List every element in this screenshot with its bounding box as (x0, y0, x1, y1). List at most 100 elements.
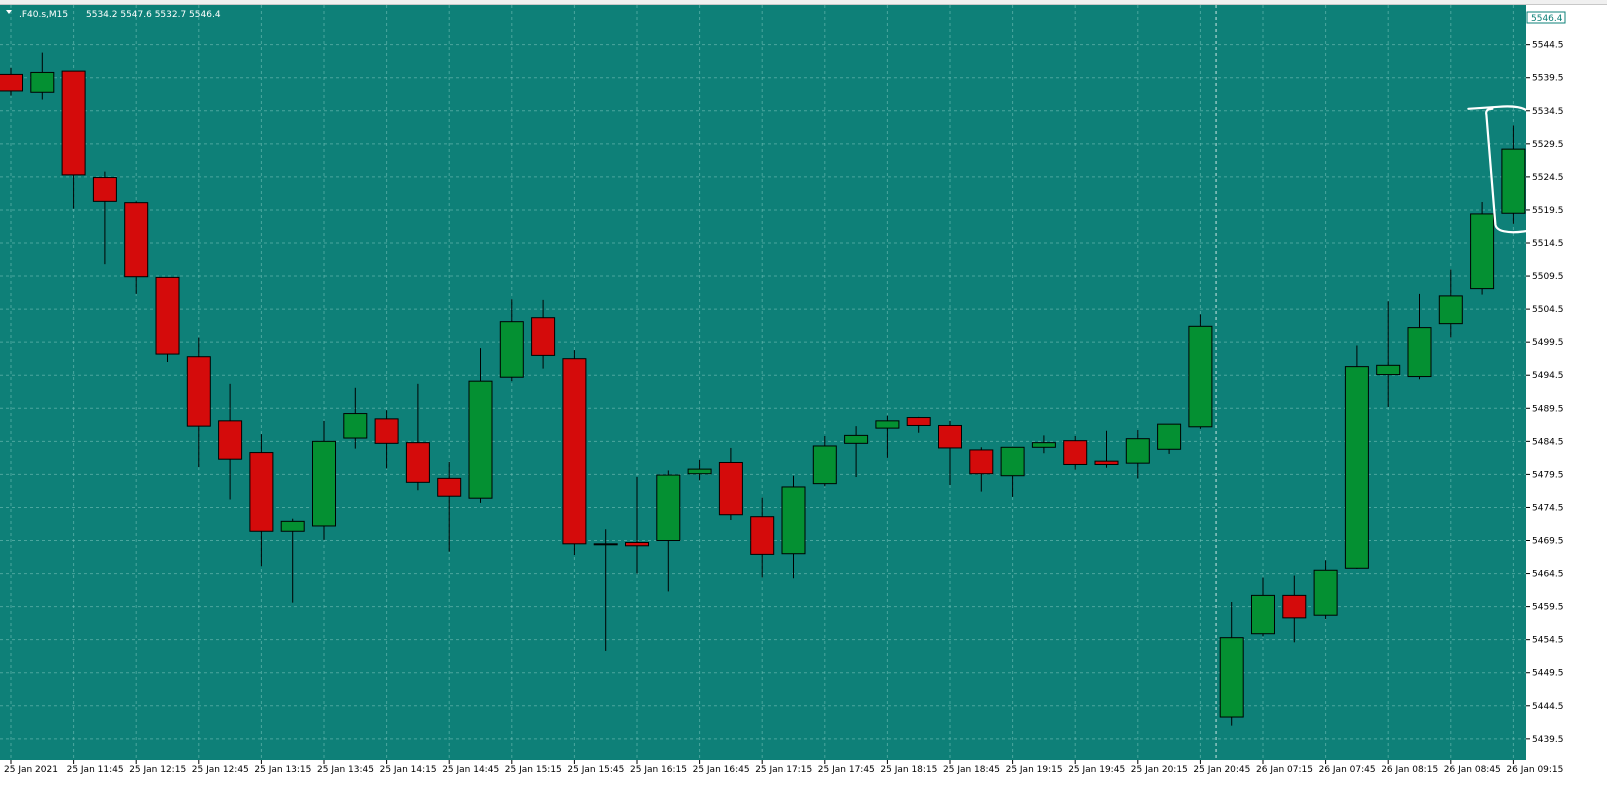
time-tick-label: 25 Jan 16:15 (630, 765, 687, 775)
time-tick-label: 26 Jan 09:15 (1506, 765, 1563, 775)
symbol-label: .F40.s,M15 (19, 10, 68, 20)
candle-body-bull (781, 486, 806, 555)
candle-body-bear (61, 70, 86, 176)
price-tick-label: 5484.5 (1532, 437, 1564, 447)
candle-body-bear (562, 358, 587, 545)
price-tick-label: 5474.5 (1532, 503, 1564, 513)
price-tick-label: 5524.5 (1532, 173, 1564, 183)
candle (1470, 202, 1495, 295)
candle-body-bear (124, 202, 149, 278)
candle (1157, 423, 1182, 454)
candle-body-bull (656, 474, 681, 542)
chart-window[interactable]: 5544.5 5539.5 5534.5 5529.5 5524.5 5519.5 5514… (0, 0, 1607, 804)
candle-body-bear (218, 420, 243, 460)
candle-body-bull (1031, 442, 1056, 448)
time-tick-label: 25 Jan 15:45 (567, 765, 624, 775)
time-tick-label: 25 Jan 13:15 (254, 765, 311, 775)
price-tick-label: 5489.5 (1532, 404, 1564, 414)
price-tick-label: 5514.5 (1532, 239, 1564, 249)
candle-body-bear (1282, 594, 1307, 619)
candle-body-bull (1438, 295, 1463, 325)
candle-body-bear (186, 356, 211, 427)
price-tick-label: 5454.5 (1532, 636, 1564, 646)
time-tick-label: 25 Jan 12:45 (192, 765, 249, 775)
price-tick-label: 5539.5 (1532, 74, 1564, 84)
candle (1344, 345, 1369, 569)
candle-body-bull (1313, 569, 1338, 616)
candle-body-bull (1251, 594, 1275, 635)
candle-body-bull (1000, 446, 1025, 477)
price-tick-label: 5444.5 (1532, 702, 1564, 712)
candle-body-bull (844, 434, 869, 444)
price-tick-label: 5459.5 (1532, 603, 1564, 613)
candle-body-bear (969, 449, 994, 475)
candle-body-bear (437, 477, 462, 497)
window-top-border (0, 0, 1607, 5)
candle-body-bear (92, 177, 117, 202)
plot-area[interactable] (0, 5, 1526, 760)
candlestick-chart[interactable]: 5544.5 5539.5 5534.5 5529.5 5524.5 5519.5 5514… (0, 0, 1607, 804)
candle-body-bull (687, 468, 712, 475)
time-tick-label: 25 Jan 19:45 (1068, 765, 1125, 775)
candle-body-bull (593, 543, 618, 546)
candle-body-bull (1188, 325, 1213, 428)
candle-body-bear (1063, 440, 1088, 465)
price-tick-label: 5519.5 (1532, 206, 1564, 216)
candle-body-bear (1094, 460, 1119, 465)
candle-body-bear (718, 461, 743, 516)
time-tick-label: 26 Jan 08:15 (1381, 765, 1438, 775)
time-tick-label: 25 Jan 13:45 (317, 765, 374, 775)
time-tick-label: 25 Jan 12:15 (129, 765, 186, 775)
time-tick-label: 25 Jan 18:15 (880, 765, 937, 775)
price-tick-label: 5534.5 (1532, 107, 1564, 117)
candle-body-bear (938, 424, 962, 449)
time-tick-label: 25 Jan 11:45 (67, 765, 124, 775)
candle-body-bull (1344, 366, 1369, 569)
price-tick-label: 5479.5 (1532, 470, 1564, 480)
time-tick-label: 25 Jan 20:15 (1131, 765, 1188, 775)
candle (155, 276, 180, 363)
time-tick-label: 26 Jan 08:45 (1444, 765, 1501, 775)
candle-body-bear (374, 418, 399, 444)
price-tick-label: 5439.5 (1532, 735, 1564, 745)
candle-body-bear (906, 417, 931, 426)
candle-body-bull (1407, 327, 1432, 378)
candle-body-bear (0, 73, 23, 92)
candle-body-bear (249, 452, 274, 532)
candle-body-bear (531, 317, 556, 356)
candle-body-bull (468, 380, 493, 499)
candle-body-bull (1157, 423, 1182, 450)
candle-body-bull (1501, 148, 1526, 214)
candle-body-bull (30, 71, 55, 93)
time-tick-label: 25 Jan 2021 (4, 765, 58, 775)
time-tick-label: 26 Jan 07:15 (1256, 765, 1313, 775)
candle-body-bull (1219, 637, 1244, 718)
time-tick-label: 25 Jan 14:45 (442, 765, 499, 775)
time-tick-label: 25 Jan 14:15 (380, 765, 437, 775)
candle-body-bear (625, 541, 649, 547)
candle-body-bull (499, 321, 524, 378)
candle-body-bull (812, 445, 837, 485)
price-tick-label: 5464.5 (1532, 570, 1564, 580)
price-tick-label: 5449.5 (1532, 669, 1564, 679)
candle (562, 350, 587, 556)
price-tick-label: 5509.5 (1532, 272, 1564, 282)
ohlc-label: 5534.2 5547.6 5532.7 5546.4 (86, 10, 221, 20)
price-tick-label: 5544.5 (1532, 41, 1564, 51)
candle-body-bear (155, 276, 180, 355)
current-price-label: 5546.4 (1531, 14, 1563, 24)
time-tick-label: 26 Jan 07:45 (1319, 765, 1376, 775)
price-tick-label: 5494.5 (1532, 371, 1564, 381)
time-tick-label: 25 Jan 18:45 (943, 765, 1000, 775)
candle-body-bull (875, 420, 900, 429)
time-tick-label: 25 Jan 15:15 (505, 765, 562, 775)
candle-body-bull (312, 440, 336, 527)
candle-body-bull (343, 413, 368, 439)
price-tick-label: 5529.5 (1532, 140, 1564, 150)
time-tick-label: 25 Jan 20:45 (1193, 765, 1250, 775)
price-tick-label: 5499.5 (1532, 338, 1564, 348)
candle (1063, 436, 1088, 470)
candle-body-bear (750, 516, 775, 555)
time-tick-label: 25 Jan 19:15 (1006, 765, 1063, 775)
candle-body-bear (405, 442, 430, 483)
